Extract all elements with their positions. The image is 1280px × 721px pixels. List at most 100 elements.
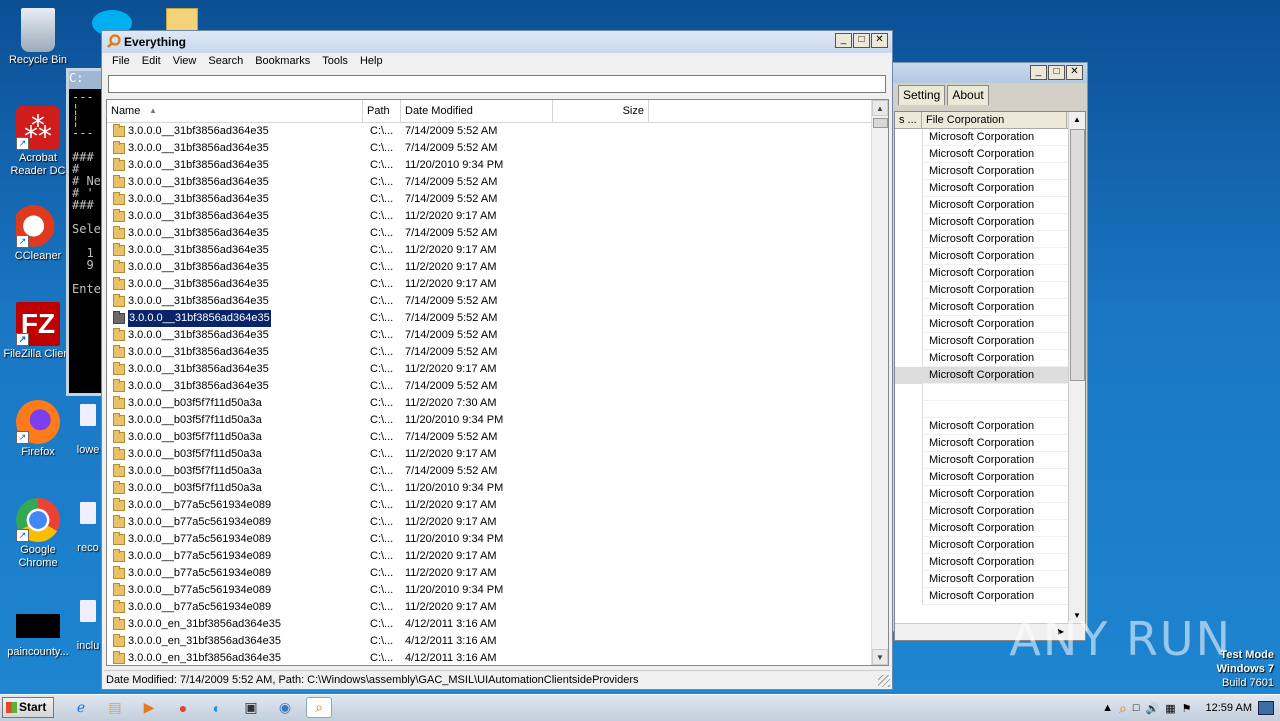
edge-icon[interactable]: ◐ xyxy=(204,697,230,718)
list-item[interactable]: Microsoft Corporation xyxy=(895,588,1085,605)
desktop-icon-filezilla[interactable]: FZ ↗ FileZilla Client xyxy=(0,302,76,361)
list-item[interactable]: Microsoft Corporation xyxy=(895,180,1085,197)
list-item[interactable] xyxy=(895,384,1085,401)
table-row[interactable]: 3.0.0.0__b03f5f7f11d50a3a C:\... 11/20/201… xyxy=(107,480,872,497)
table-row[interactable]: 3.0.0.0__b03f5f7f11d50a3a C:\... 7/14/2009… xyxy=(107,429,872,446)
table-row[interactable]: 3.0.0.0__b77a5c561934e089 C:\... 11/20/201… xyxy=(107,531,872,548)
desktop-icon-recycle-bin[interactable]: Recycle Bin xyxy=(0,8,76,67)
list-item[interactable]: Microsoft Corporation xyxy=(895,469,1085,486)
table-row[interactable]: 3.0.0.0__31bf3856ad364e35 C:\... 11/2/2020… xyxy=(107,208,872,225)
network-icon[interactable]: ◉ xyxy=(272,697,298,718)
list-item[interactable]: Microsoft Corporation xyxy=(895,197,1085,214)
menu-tools[interactable]: Tools xyxy=(316,53,354,71)
table-row[interactable]: 3.0.0.0__b03f5f7f11d50a3a C:\... 11/2/2020… xyxy=(107,446,872,463)
list-item[interactable]: Microsoft Corporation xyxy=(895,503,1085,520)
everything-window[interactable]: Everything _ □ ✕ File Edit View Search B… xyxy=(101,30,893,690)
results-list[interactable]: Name ▲ Path Date Modified Size 3.0.0.0__… xyxy=(106,99,889,666)
flag-icon[interactable]: ⚑ xyxy=(1182,702,1192,715)
ie-icon[interactable]: ℯ xyxy=(68,697,94,718)
console-icon[interactable]: ▣ xyxy=(238,697,264,718)
table-row[interactable]: 3.0.0.0_en_31bf3856ad364e35 C:\... 4/12/20… xyxy=(107,633,872,650)
menu-view[interactable]: View xyxy=(167,53,203,71)
table-row[interactable]: 3.0.0.0__31bf3856ad364e35 C:\... 7/14/2009… xyxy=(107,344,872,361)
column-header-size[interactable]: Size xyxy=(553,100,649,122)
list-item[interactable]: Microsoft Corporation xyxy=(895,316,1085,333)
list-item[interactable]: Microsoft Corporation xyxy=(895,146,1085,163)
list-item[interactable]: Microsoft Corporation xyxy=(895,367,1085,384)
desktop-icon-chrome[interactable]: ↗ Google Chrome xyxy=(0,498,76,570)
minimize-button[interactable]: _ xyxy=(1030,65,1047,80)
menu-file[interactable]: File xyxy=(106,53,136,71)
table-row[interactable]: 3.0.0.0__31bf3856ad364e35 C:\... 7/14/2009… xyxy=(107,378,872,395)
column-header-truncated[interactable]: s ... xyxy=(895,112,922,128)
table-row[interactable]: 3.0.0.0__31bf3856ad364e35 C:\... 7/14/2009… xyxy=(107,225,872,242)
table-row[interactable]: 3.0.0.0__31bf3856ad364e35 C:\... 11/2/2020… xyxy=(107,276,872,293)
menu-search[interactable]: Search xyxy=(202,53,249,71)
table-row[interactable]: 3.0.0.0__31bf3856ad364e35 C:\... 7/14/2009… xyxy=(107,309,872,328)
close-button[interactable]: ✕ xyxy=(1066,65,1083,80)
everything-taskbar-icon[interactable]: ⌕ xyxy=(306,697,332,718)
show-desktop-icon[interactable] xyxy=(1258,701,1274,715)
table-row[interactable]: 3.0.0.0_en_31bf3856ad364e35 C:\... 4/12/20… xyxy=(107,650,872,665)
table-row[interactable]: 3.0.0.0__31bf3856ad364e35 C:\... 7/14/2009… xyxy=(107,123,872,140)
console-titlebar[interactable]: C: xyxy=(69,71,103,89)
search-input[interactable] xyxy=(108,75,886,93)
scroll-thumb[interactable] xyxy=(873,118,888,128)
tab-about[interactable]: About xyxy=(947,85,989,105)
vertical-scrollbar[interactable]: ▲ ▼ xyxy=(1068,112,1085,640)
properties-titlebar[interactable]: _ □ ✕ xyxy=(886,63,1087,83)
explorer-icon[interactable]: ▤ xyxy=(102,697,128,718)
desktop-icon-ccleaner[interactable]: ↗ CCleaner xyxy=(0,204,76,263)
list-item[interactable]: Microsoft Corporation xyxy=(895,265,1085,282)
list-item[interactable] xyxy=(895,401,1085,418)
list-item[interactable]: Microsoft Corporation xyxy=(895,418,1085,435)
menu-edit[interactable]: Edit xyxy=(136,53,167,71)
table-row[interactable]: 3.0.0.0__31bf3856ad364e35 C:\... 7/14/2009… xyxy=(107,174,872,191)
table-row[interactable]: 3.0.0.0__31bf3856ad364e35 C:\... 7/14/2009… xyxy=(107,327,872,344)
start-button[interactable]: Start xyxy=(2,697,54,718)
table-row[interactable]: 3.0.0.0__b03f5f7f11d50a3a C:\... 7/14/2009… xyxy=(107,463,872,480)
table-row[interactable]: 3.0.0.0__b77a5c561934e089 C:\... 11/20/201… xyxy=(107,582,872,599)
column-header-file-corporation[interactable]: File Corporation xyxy=(922,112,1067,128)
scroll-thumb[interactable] xyxy=(1070,129,1085,381)
table-row[interactable]: 3.0.0.0__31bf3856ad364e35 C:\... 7/14/2009… xyxy=(107,140,872,157)
close-button[interactable]: ✕ xyxy=(871,33,888,48)
list-item[interactable]: Microsoft Corporation xyxy=(895,129,1085,146)
properties-list[interactable]: s ... File Corporation Microsoft Corpora… xyxy=(894,111,1086,641)
action-center-icon[interactable]: □ xyxy=(1133,702,1140,714)
list-item[interactable]: Microsoft Corporation xyxy=(895,282,1085,299)
maximize-button[interactable]: □ xyxy=(853,33,870,48)
table-row[interactable]: 3.0.0.0__b77a5c561934e089 C:\... 11/2/2020… xyxy=(107,565,872,582)
chrome-icon[interactable]: ● xyxy=(170,697,196,718)
list-item[interactable]: Microsoft Corporation xyxy=(895,520,1085,537)
list-item[interactable]: Microsoft Corporation xyxy=(895,350,1085,367)
desktop-icon-firefox[interactable]: ↗ Firefox xyxy=(0,400,76,459)
table-row[interactable]: 3.0.0.0__b03f5f7f11d50a3a C:\... 11/20/201… xyxy=(107,412,872,429)
column-header-path[interactable]: Path xyxy=(363,100,401,122)
table-row[interactable]: 3.0.0.0_en_31bf3856ad364e35 C:\... 4/12/20… xyxy=(107,616,872,633)
properties-window[interactable]: _ □ ✕ Setting About s ... File Corporati… xyxy=(885,62,1088,641)
desktop-icon-paincounty[interactable]: paincounty... xyxy=(0,614,76,659)
list-item[interactable]: Microsoft Corporation xyxy=(895,452,1085,469)
list-item[interactable]: Microsoft Corporation xyxy=(895,571,1085,588)
maximize-button[interactable]: □ xyxy=(1048,65,1065,80)
scroll-up-arrow-icon[interactable]: ▲ xyxy=(872,100,888,116)
scroll-down-arrow-icon[interactable]: ▼ xyxy=(872,649,888,665)
show-hidden-icons-icon[interactable]: ▲ xyxy=(1102,702,1113,714)
list-item[interactable]: Microsoft Corporation xyxy=(895,214,1085,231)
clock[interactable]: 12:59 AM xyxy=(1206,702,1252,714)
table-row[interactable]: 3.0.0.0__31bf3856ad364e35 C:\... 11/2/2020… xyxy=(107,361,872,378)
table-row[interactable]: 3.0.0.0__31bf3856ad364e35 C:\... 11/2/2020… xyxy=(107,242,872,259)
desktop-icon-acrobat[interactable]: ⁂ ↗ Acrobat Reader DC xyxy=(0,106,76,178)
table-row[interactable]: 3.0.0.0__31bf3856ad364e35 C:\... 7/14/2009… xyxy=(107,293,872,310)
network-tray-icon[interactable]: ▦ xyxy=(1165,702,1175,715)
table-row[interactable]: 3.0.0.0__b77a5c561934e089 C:\... 11/2/2020… xyxy=(107,514,872,531)
resize-grip-icon[interactable] xyxy=(878,675,890,687)
menu-help[interactable]: Help xyxy=(354,53,389,71)
everything-tray-icon[interactable]: ⌕ xyxy=(1119,700,1127,717)
table-row[interactable]: 3.0.0.0__b77a5c561934e089 C:\... 11/2/2020… xyxy=(107,548,872,565)
list-item[interactable]: Microsoft Corporation xyxy=(895,486,1085,503)
menu-bookmarks[interactable]: Bookmarks xyxy=(249,53,316,71)
everything-titlebar[interactable]: Everything _ □ ✕ xyxy=(102,31,892,53)
column-header-name[interactable]: Name ▲ xyxy=(107,100,363,122)
